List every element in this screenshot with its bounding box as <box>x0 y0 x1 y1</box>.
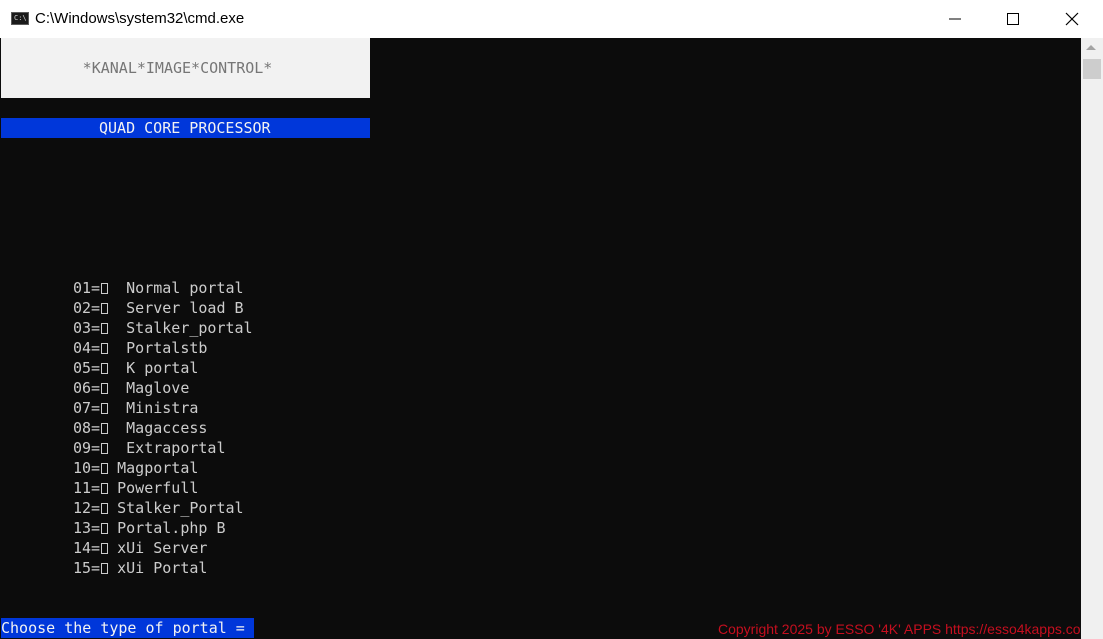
scroll-thumb[interactable] <box>1083 59 1101 79</box>
menu-item-number: 03= <box>73 319 101 337</box>
menu-item-label: Server load B <box>108 299 244 317</box>
cpu-banner: QUAD CORE PROCESSOR <box>1 118 370 138</box>
menu-item: 04= Portalstb <box>73 338 253 358</box>
minimize-icon <box>949 18 961 20</box>
menu-item-number: 05= <box>73 359 101 377</box>
menu-item-number: 01= <box>73 279 101 297</box>
portal-menu: 01= Normal portal 02= Server load B 03= … <box>73 278 253 578</box>
console-area[interactable]: *KANAL*IMAGE*CONTROL* QUAD CORE PROCESSO… <box>0 38 1092 639</box>
menu-item-label: xUi Server <box>108 539 208 557</box>
menu-item-number: 06= <box>73 379 101 397</box>
menu-item-label: Portal.php B <box>108 519 226 537</box>
menu-item-number: 07= <box>73 399 101 417</box>
menu-item-number: 14= <box>73 539 101 557</box>
menu-item: 10= Magportal <box>73 458 253 478</box>
menu-item-label: Stalker_Portal <box>108 499 244 517</box>
window-title: C:\Windows\system32\cmd.exe <box>35 10 245 27</box>
cmd-icon-glyph: C:\ <box>14 14 27 22</box>
menu-item-label: Ministra <box>108 399 199 417</box>
maximize-icon <box>1007 13 1019 25</box>
close-icon <box>1065 12 1079 26</box>
menu-item-number: 15= <box>73 559 101 577</box>
logo-banner: *KANAL*IMAGE*CONTROL* <box>1 38 370 98</box>
scroll-up-icon[interactable] <box>1086 45 1096 50</box>
menu-item-number: 11= <box>73 479 101 497</box>
menu-item-number: 12= <box>73 499 101 517</box>
minimize-button[interactable] <box>926 0 984 38</box>
menu-item-label: Magaccess <box>108 419 208 437</box>
menu-item-label: Stalker_portal <box>108 319 253 337</box>
menu-item-label: Normal portal <box>108 279 244 297</box>
menu-item-label: K portal <box>108 359 199 377</box>
menu-item-label: xUi Portal <box>108 559 208 577</box>
menu-item: 08= Magaccess <box>73 418 253 438</box>
copyright-text: Copyright 2025 by ESSO '4K' APPS https:/… <box>718 621 1093 637</box>
menu-item: 09= Extraportal <box>73 438 253 458</box>
menu-item-label: Portalstb <box>108 339 208 357</box>
menu-item: 06= Maglove <box>73 378 253 398</box>
menu-item-label: Powerfull <box>108 479 199 497</box>
menu-item: 02= Server load B <box>73 298 253 318</box>
menu-item-number: 10= <box>73 459 101 477</box>
vertical-scrollbar[interactable] <box>1081 38 1103 639</box>
maximize-button[interactable] <box>984 0 1042 38</box>
input-prompt[interactable]: Choose the type of portal = <box>1 618 254 638</box>
cpu-label: QUAD CORE PROCESSOR <box>99 119 271 137</box>
menu-item-label: Extraportal <box>108 439 226 457</box>
menu-item-number: 13= <box>73 519 101 537</box>
close-button[interactable] <box>1043 0 1101 38</box>
menu-item-label: Maglove <box>108 379 190 397</box>
menu-item: 11= Powerfull <box>73 478 253 498</box>
menu-item-number: 08= <box>73 419 101 437</box>
menu-item: 07= Ministra <box>73 398 253 418</box>
menu-item: 15= xUi Portal <box>73 558 253 578</box>
menu-item-number: 09= <box>73 439 101 457</box>
cmd-window: C:\ C:\Windows\system32\cmd.exe *KANAL*I… <box>0 0 1103 639</box>
menu-item: 13= Portal.php B <box>73 518 253 538</box>
menu-item: 01= Normal portal <box>73 278 253 298</box>
menu-item: 14= xUi Server <box>73 538 253 558</box>
menu-item-number: 02= <box>73 299 101 317</box>
logo-text: *KANAL*IMAGE*CONTROL* <box>82 59 273 77</box>
menu-item: 05= K portal <box>73 358 253 378</box>
menu-item: 12= Stalker_Portal <box>73 498 253 518</box>
menu-item-label: Magportal <box>108 459 199 477</box>
title-bar[interactable]: C:\ C:\Windows\system32\cmd.exe <box>0 0 1103 38</box>
menu-item-number: 04= <box>73 339 101 357</box>
menu-item: 03= Stalker_portal <box>73 318 253 338</box>
cmd-icon[interactable]: C:\ <box>11 12 29 25</box>
